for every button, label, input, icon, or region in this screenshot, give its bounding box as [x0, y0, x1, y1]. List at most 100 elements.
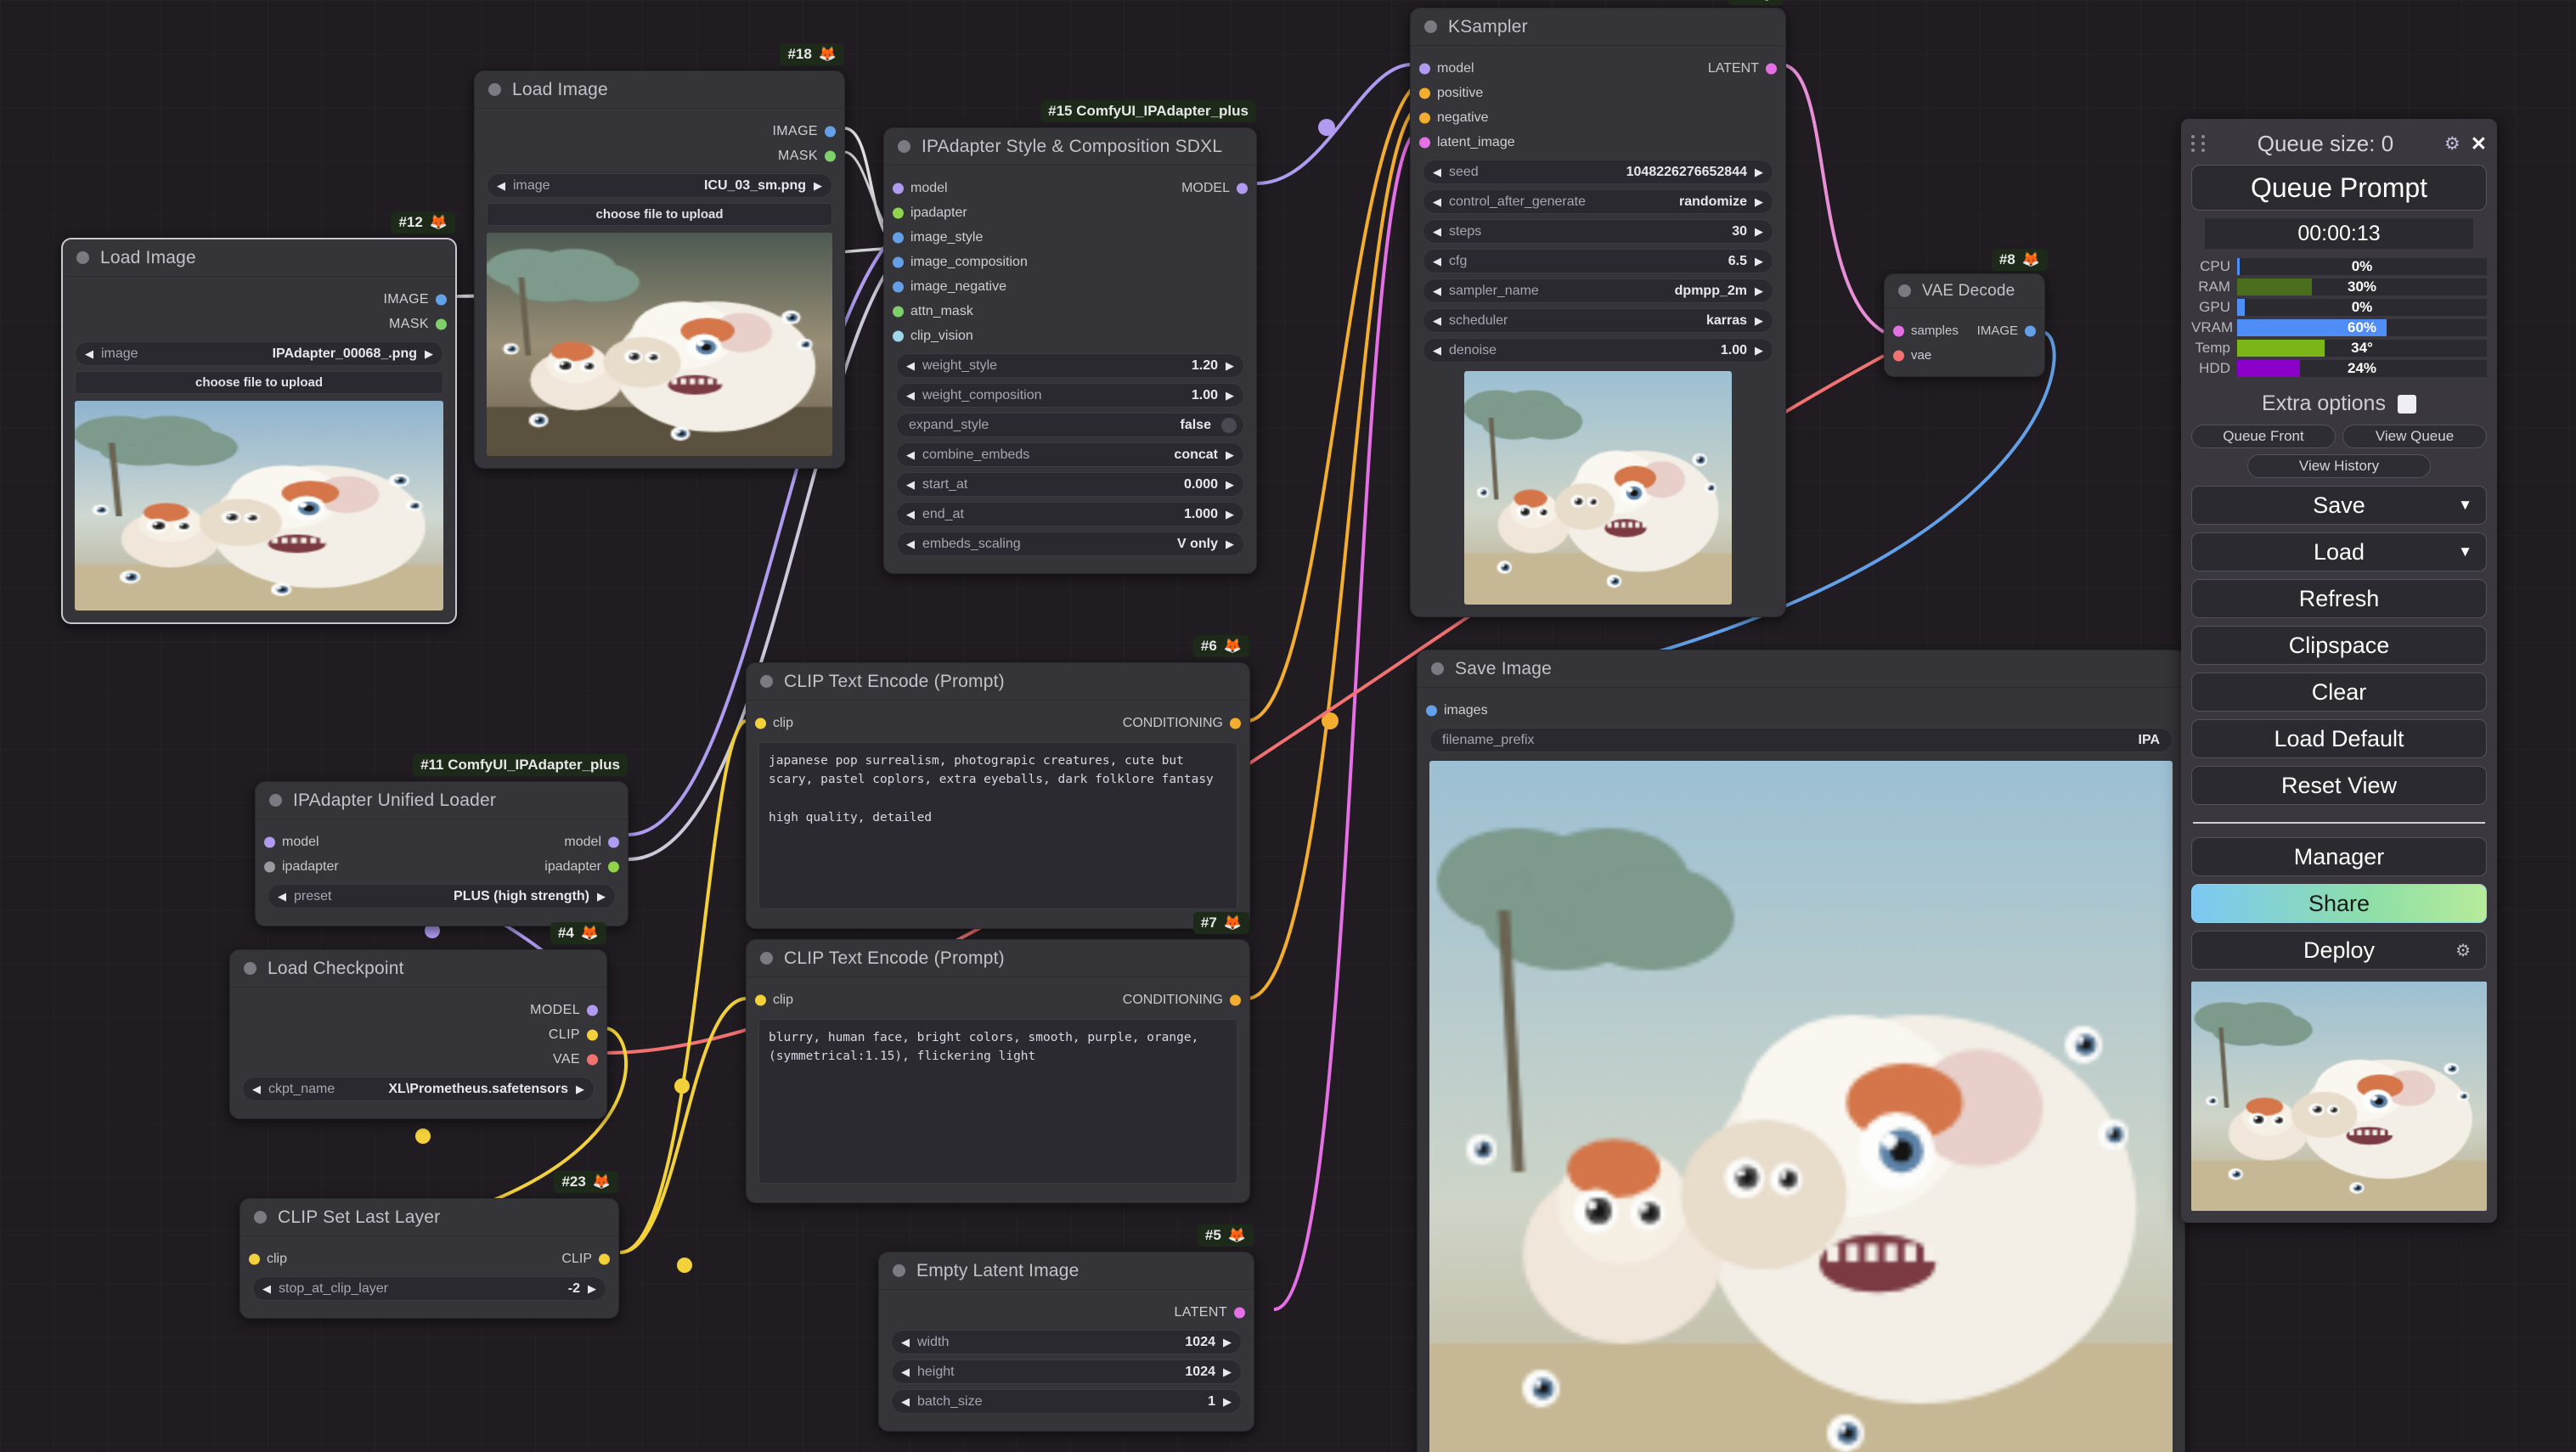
- node-vae-decode[interactable]: #8 🦊 VAE Decode samples IMAGE vae: [1884, 249, 2048, 377]
- chevron-right-icon[interactable]: ▶: [595, 890, 608, 903]
- chevron-right-icon[interactable]: ▶: [1220, 1365, 1234, 1379]
- clipspace-button[interactable]: Clipspace: [2191, 626, 2487, 665]
- conditioning-out-dot[interactable]: [1230, 718, 1241, 729]
- chevron-right-icon[interactable]: ▶: [811, 179, 825, 193]
- port-attn-mask[interactable]: attn_mask: [884, 299, 1256, 324]
- chevron-right-icon[interactable]: ▶: [1752, 195, 1766, 209]
- widget-steps[interactable]: ◀ steps 30 ▶: [1423, 219, 1773, 244]
- latent-image-in-dot[interactable]: [1419, 137, 1430, 148]
- mask-port-dot[interactable]: [825, 150, 836, 161]
- chevron-left-icon[interactable]: ◀: [1430, 166, 1444, 179]
- port-latent-out[interactable]: LATENT: [879, 1300, 1254, 1325]
- clip-vision-in-dot[interactable]: [893, 330, 904, 341]
- collapse-dot[interactable]: [893, 1264, 905, 1277]
- port-clip[interactable]: clip CLIP: [240, 1247, 618, 1271]
- attn-mask-in-dot[interactable]: [893, 306, 904, 317]
- chevron-right-icon[interactable]: ▶: [1752, 314, 1766, 328]
- chevron-left-icon[interactable]: ◀: [899, 1336, 912, 1349]
- collapse-dot[interactable]: [760, 675, 773, 688]
- collapse-dot[interactable]: [760, 952, 773, 965]
- port-image-out[interactable]: IMAGE: [475, 119, 844, 144]
- port-model[interactable]: model MODEL: [884, 176, 1256, 200]
- refresh-button[interactable]: Refresh: [2191, 579, 2487, 618]
- collapse-dot[interactable]: [488, 83, 501, 96]
- widget-cfg[interactable]: ◀ cfg 6.5 ▶: [1423, 249, 1773, 273]
- upload-button[interactable]: choose file to upload: [487, 203, 832, 226]
- widget-expand-style[interactable]: expand_style false: [896, 413, 1244, 437]
- image-composition-in-dot[interactable]: [893, 256, 904, 267]
- load-button[interactable]: Load ▼: [2191, 532, 2487, 571]
- collapse-dot[interactable]: [1898, 284, 1911, 297]
- widget-image[interactable]: ◀ image IPAdapter_00068_.png ▶: [75, 341, 443, 366]
- widget-control-after-generate[interactable]: ◀ control_after_generate randomize ▶: [1423, 189, 1773, 214]
- gear-icon[interactable]: ⚙: [2444, 133, 2460, 155]
- chevron-right-icon[interactable]: ▶: [1223, 478, 1237, 492]
- chevron-left-icon[interactable]: ◀: [899, 1395, 912, 1409]
- chevron-left-icon[interactable]: ◀: [904, 478, 917, 492]
- node-title-bar[interactable]: CLIP Text Encode (Prompt): [747, 940, 1249, 977]
- widget-filename-prefix[interactable]: filename_prefix IPA: [1429, 728, 2173, 752]
- vae-in-dot[interactable]: [1893, 350, 1904, 361]
- node-title-bar[interactable]: IPAdapter Unified Loader: [256, 782, 628, 819]
- negative-in-dot[interactable]: [1419, 112, 1430, 123]
- queue-front-button[interactable]: Queue Front: [2191, 425, 2336, 448]
- model-in-dot[interactable]: [893, 183, 904, 194]
- port-model-out[interactable]: MODEL: [230, 998, 606, 1022]
- queue-prompt-button[interactable]: Queue Prompt: [2191, 165, 2487, 211]
- chevron-right-icon[interactable]: ▶: [1223, 359, 1237, 373]
- chevron-down-icon[interactable]: ▼: [2458, 497, 2472, 514]
- widget-scheduler[interactable]: ◀ scheduler karras ▶: [1423, 308, 1773, 333]
- clip-out-dot[interactable]: [599, 1253, 610, 1264]
- widget-seed[interactable]: ◀ seed 1048226276652844 ▶: [1423, 160, 1773, 184]
- node-title-bar[interactable]: Load Image: [475, 71, 844, 109]
- deploy-button[interactable]: Deploy ⚙: [2191, 931, 2487, 970]
- port-mask-out[interactable]: MASK: [475, 144, 844, 168]
- chevron-right-icon[interactable]: ▶: [585, 1282, 599, 1296]
- positive-in-dot[interactable]: [1419, 87, 1430, 98]
- node-load-checkpoint[interactable]: #4 🦊 Load Checkpoint MODEL CLIP VAE ◀ ck…: [229, 922, 607, 1119]
- node-load-image-18[interactable]: #18 🦊 Load Image IMAGE MASK ◀ image ICU_0…: [474, 43, 845, 469]
- port-images[interactable]: images: [1418, 698, 2184, 723]
- chevron-left-icon[interactable]: ◀: [904, 508, 917, 521]
- samples-in-dot[interactable]: [1893, 325, 1904, 336]
- node-ipadapter-style-composition[interactable]: #15 ComfyUI_IPAdapter_plus IPAdapter Sty…: [883, 100, 1257, 574]
- chevron-right-icon[interactable]: ▶: [1223, 537, 1237, 551]
- port-ipadapter[interactable]: ipadapter ipadapter: [256, 854, 628, 879]
- ipadapter-in-dot[interactable]: [893, 207, 904, 218]
- widget-denoise[interactable]: ◀ denoise 1.00 ▶: [1423, 338, 1773, 363]
- chevron-left-icon[interactable]: ◀: [1430, 344, 1444, 357]
- chevron-right-icon[interactable]: ▶: [1752, 225, 1766, 239]
- port-negative[interactable]: negative: [1411, 105, 1785, 130]
- port-samples[interactable]: samples IMAGE: [1885, 318, 2044, 343]
- widget-start-at[interactable]: ◀ start_at 0.000 ▶: [896, 472, 1244, 497]
- node-title-bar[interactable]: Save Image: [1418, 650, 2184, 688]
- chevron-left-icon[interactable]: ◀: [260, 1282, 273, 1296]
- chevron-right-icon[interactable]: ▶: [1752, 255, 1766, 268]
- gear-icon[interactable]: ⚙: [2455, 940, 2471, 961]
- model-port-dot[interactable]: [587, 1005, 598, 1016]
- collapse-dot[interactable]: [254, 1211, 267, 1224]
- chevron-left-icon[interactable]: ◀: [904, 448, 917, 462]
- port-image-style[interactable]: image_style: [884, 225, 1256, 250]
- chevron-left-icon[interactable]: ◀: [494, 179, 508, 193]
- close-icon[interactable]: ✕: [2471, 132, 2487, 155]
- node-title-bar[interactable]: VAE Decode: [1885, 274, 2044, 308]
- chevron-right-icon[interactable]: ▶: [573, 1083, 587, 1096]
- extra-options-checkbox[interactable]: [2397, 394, 2416, 414]
- chevron-right-icon[interactable]: ▶: [1223, 448, 1237, 462]
- images-in-dot[interactable]: [1426, 705, 1437, 716]
- widget-height[interactable]: ◀ height 1024 ▶: [891, 1359, 1242, 1384]
- image-style-in-dot[interactable]: [893, 232, 904, 243]
- chevron-left-icon[interactable]: ◀: [899, 1365, 912, 1379]
- widget-image[interactable]: ◀ image ICU_03_sm.png ▶: [487, 173, 832, 198]
- reset-view-button[interactable]: Reset View: [2191, 766, 2487, 805]
- view-queue-button[interactable]: View Queue: [2342, 425, 2487, 448]
- clip-in-dot[interactable]: [249, 1253, 260, 1264]
- collapse-dot[interactable]: [244, 962, 256, 975]
- chevron-left-icon[interactable]: ◀: [1430, 284, 1444, 298]
- collapse-dot[interactable]: [269, 794, 282, 807]
- widget-combine-embeds[interactable]: ◀ combine_embeds concat ▶: [896, 442, 1244, 467]
- port-mask-out[interactable]: MASK: [63, 312, 455, 336]
- port-clip[interactable]: clip CONDITIONING: [747, 988, 1249, 1012]
- prompt-textarea[interactable]: japanese pop surrealism, photograpic cre…: [758, 742, 1237, 909]
